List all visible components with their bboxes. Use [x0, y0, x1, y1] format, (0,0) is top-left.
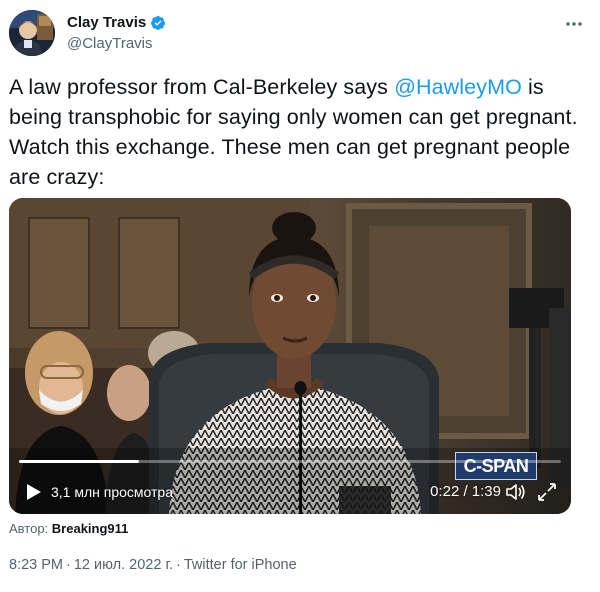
tweet-time[interactable]: 8:23 PM [9, 557, 63, 573]
view-count: 3,1 млн просмотра [51, 484, 174, 500]
verified-badge-icon [150, 15, 166, 31]
attribution-source-link[interactable]: Breaking911 [52, 521, 129, 536]
attribution-prefix: Автор: [9, 521, 52, 536]
play-icon[interactable] [23, 482, 43, 502]
video-time: 0:22 / 1:39 [430, 483, 501, 500]
video-progress-bar[interactable] [19, 460, 561, 463]
fullscreen-icon[interactable] [537, 482, 557, 502]
video-player[interactable]: C-SPAN 3,1 млн просмотра 0:22 / 1:39 [9, 198, 571, 514]
video-progress-fill [19, 460, 140, 463]
author-avatar[interactable] [9, 10, 55, 56]
author-handle[interactable]: @ClayTravis [67, 35, 153, 52]
author-display-name[interactable]: Clay Travis [67, 14, 146, 31]
tweet: Clay Travis @ClayTravis A law professor … [0, 0, 600, 592]
author-name-row[interactable]: Clay Travis [67, 14, 166, 31]
more-options-icon[interactable] [562, 12, 586, 36]
video-controls: 3,1 млн просмотра 0:22 / 1:39 [9, 470, 571, 514]
tweet-date[interactable]: 12 июл. 2022 г. [74, 557, 173, 573]
meta-separator: · [176, 557, 181, 573]
mention-link[interactable]: @HawleyMO [394, 75, 522, 99]
meta-separator: · [66, 557, 71, 573]
tweet-text: A law professor from Cal-Berkeley says @… [9, 72, 584, 192]
video-attribution: Автор: Breaking911 [9, 521, 128, 536]
tweet-meta: 8:23 PM · 12 июл. 2022 г. · Twitter for iPho… [9, 557, 297, 573]
tweet-text-part1: A law professor from Cal-Berkeley says [9, 75, 395, 99]
tweet-client[interactable]: Twitter for iPhone [184, 557, 297, 573]
volume-icon[interactable] [505, 482, 527, 502]
